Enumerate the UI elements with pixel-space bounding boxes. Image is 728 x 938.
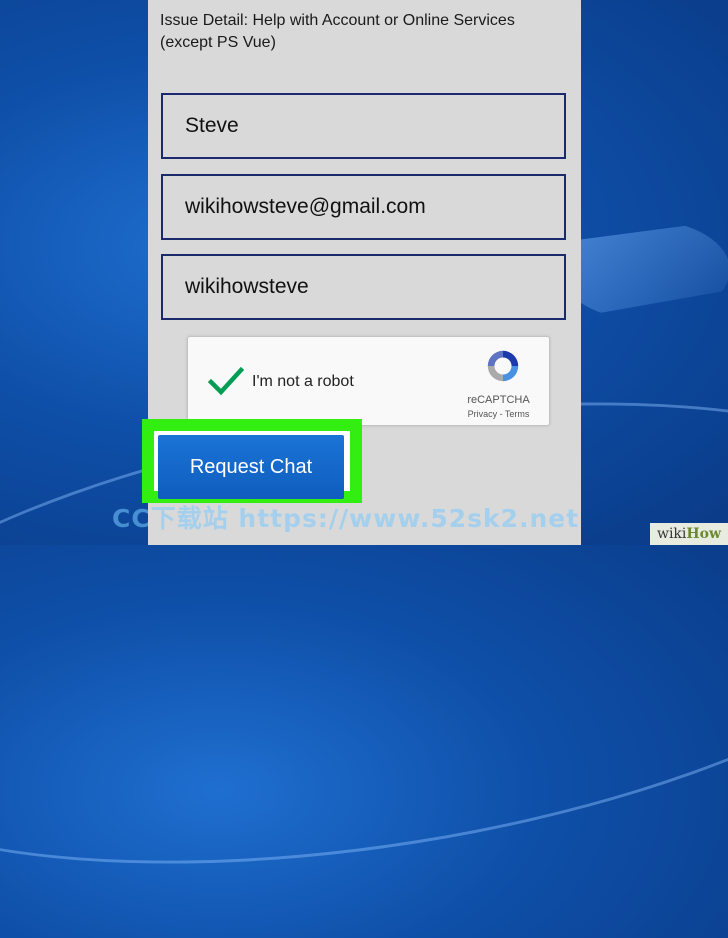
checkmark-icon[interactable]: [206, 361, 246, 401]
recaptcha-brand: reCAPTCHA: [467, 394, 530, 406]
background-shape: [560, 220, 728, 320]
recaptcha-logo-icon: [487, 350, 519, 382]
recaptcha-links[interactable]: Privacy - Terms: [451, 409, 546, 419]
wikihow-logo: wiki How: [650, 523, 728, 545]
email-field-value: wikihowsteve@gmail.com: [185, 195, 426, 218]
watermark-text: CC下载站 https://www.52sk2.net: [112, 504, 580, 533]
name-field[interactable]: Steve: [161, 93, 566, 159]
request-chat-button[interactable]: Request Chat: [158, 435, 344, 499]
online-id-field-value: wikihowsteve: [185, 275, 309, 298]
not-a-robot-label: I'm not a robot: [252, 373, 354, 390]
recaptcha-widget: I'm not a robot reCAPTCHA Privacy - Term…: [187, 336, 550, 426]
name-field-value: Steve: [185, 114, 239, 137]
wikihow-logo-prefix: wiki: [656, 526, 687, 542]
wikihow-logo-suffix: How: [686, 526, 722, 542]
issue-detail-text: Issue Detail: Help with Account or Onlin…: [160, 12, 515, 51]
online-id-field[interactable]: wikihowsteve: [161, 254, 566, 320]
email-field[interactable]: wikihowsteve@gmail.com: [161, 174, 566, 240]
